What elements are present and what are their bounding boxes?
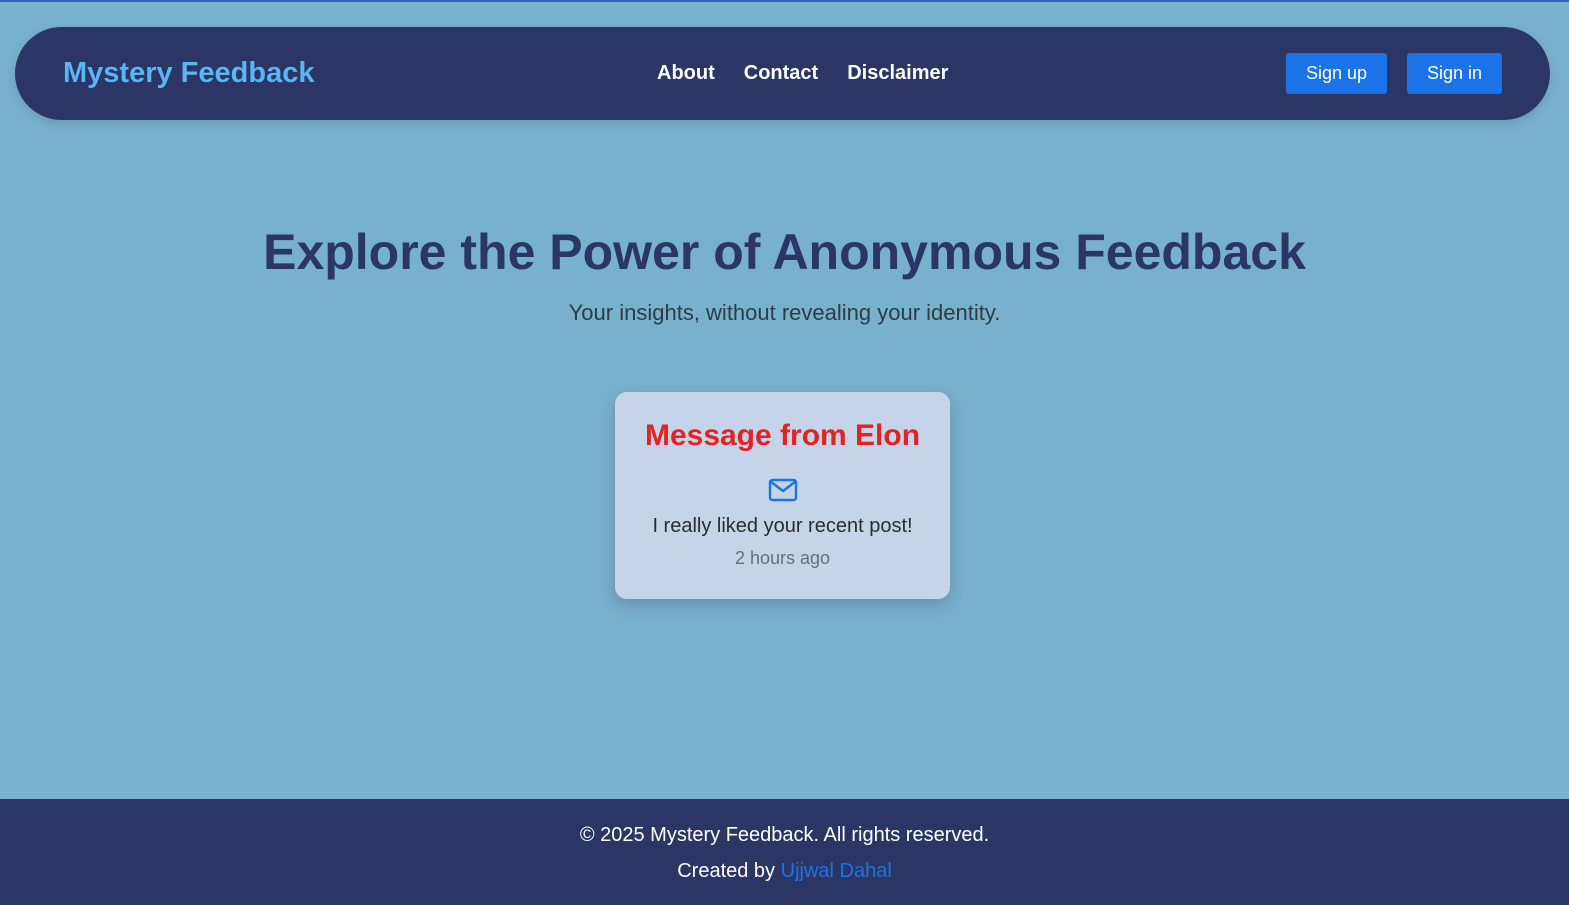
- navbar: Mystery Feedback About Contact Disclaime…: [15, 27, 1550, 120]
- footer-credit: Created by Ujjwal Dahal: [0, 858, 1569, 884]
- hero-title: Explore the Power of Anonymous Feedback: [263, 224, 1306, 280]
- message-card-content: I really liked your recent post!: [652, 515, 913, 537]
- message-card: Message from Elon I really liked your re…: [615, 392, 950, 599]
- nav-link-disclaimer[interactable]: Disclaimer: [847, 62, 948, 85]
- footer: © 2025 Mystery Feedback. All rights rese…: [0, 799, 1569, 905]
- nav-link-about[interactable]: About: [657, 62, 715, 85]
- nav-link-contact[interactable]: Contact: [744, 62, 818, 85]
- sign-up-button[interactable]: Sign up: [1286, 53, 1387, 94]
- sign-in-button[interactable]: Sign in: [1407, 53, 1502, 94]
- message-card-timestamp: 2 hours ago: [734, 548, 831, 568]
- footer-author-link[interactable]: Ujjwal Dahal: [781, 860, 892, 882]
- mail-icon: [768, 478, 798, 502]
- top-accent-line: [0, 0, 1569, 2]
- nav-links: About Contact Disclaimer: [657, 27, 948, 120]
- message-card-title: Message from Elon: [644, 419, 921, 452]
- footer-credit-prefix: Created by: [677, 860, 776, 882]
- brand-logo[interactable]: Mystery Feedback: [63, 27, 314, 120]
- footer-copyright: © 2025 Mystery Feedback. All rights rese…: [579, 824, 990, 846]
- hero-subtitle: Your insights, without revealing your id…: [568, 300, 1001, 325]
